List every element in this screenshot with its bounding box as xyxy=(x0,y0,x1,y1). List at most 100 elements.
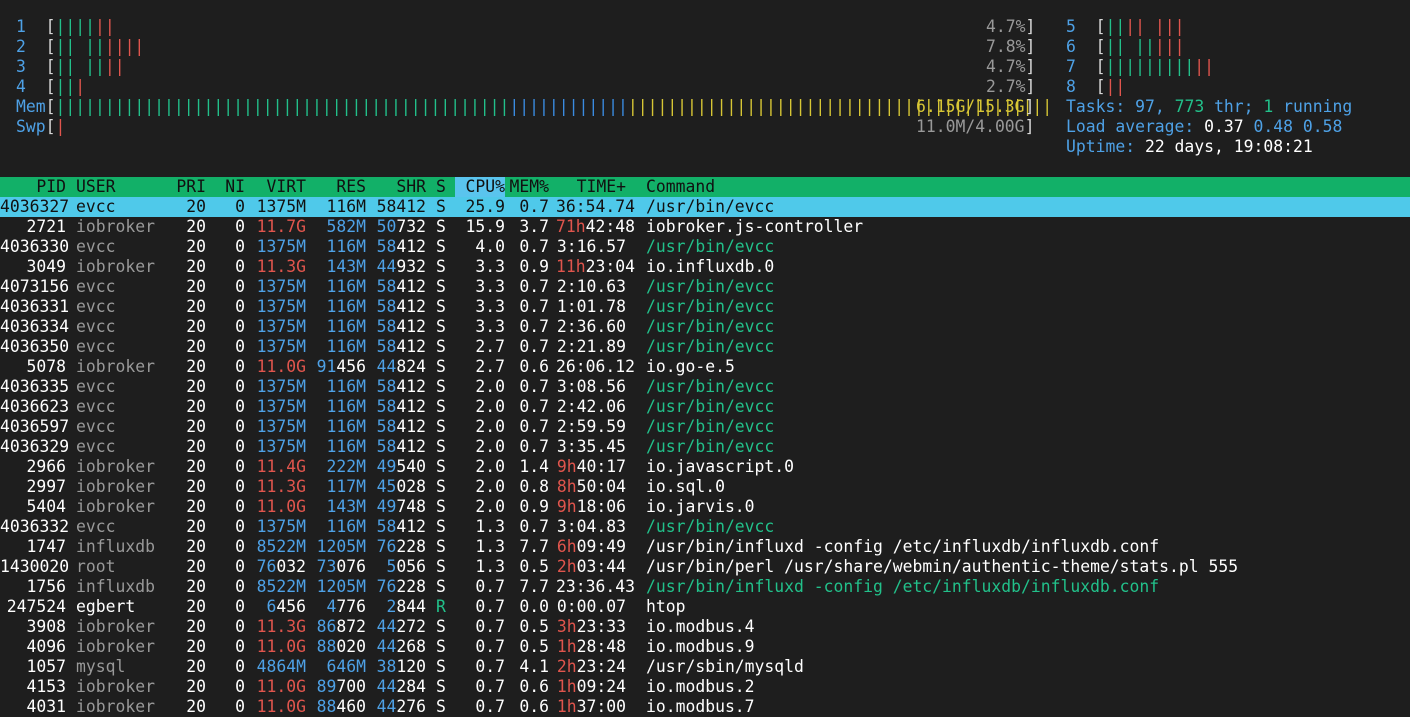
process-row[interactable]: 4031 iobroker 20 0 11.0G 88460 44276 S 0.7 0.6 1h3… xyxy=(0,697,1410,717)
process-row[interactable]: 247524 egbert 20 0 6456 4776 2844 R 0.7 0.0 0:00.0… xyxy=(0,597,1410,617)
header-user[interactable]: USER xyxy=(76,177,115,197)
cell-pid: 4036334 xyxy=(0,317,70,336)
process-row[interactable]: 4073156 evcc 20 0 1375M 116M 58412 S 3.3 0.7 2:10.… xyxy=(0,277,1410,297)
cell-cpu: 2.7 xyxy=(475,357,505,376)
cell-res: 116M xyxy=(326,297,366,316)
cell-virt: 1375M xyxy=(256,437,306,456)
process-row[interactable]: 4036334 evcc 20 0 1375M 116M 58412 S 3.3 0.7 2:36.… xyxy=(0,317,1410,337)
cell-mem: 0.9 xyxy=(519,497,549,516)
cell-virt: 1375M xyxy=(256,317,306,336)
time-rest: 42:48 xyxy=(585,217,635,236)
cell-pid: 4096 xyxy=(26,637,66,656)
header-pid[interactable]: PID xyxy=(0,177,66,197)
process-row[interactable]: 4036350 evcc 20 0 1375M 116M 58412 S 2.7 0.7 2:21.… xyxy=(0,337,1410,357)
cell-time: 26:06.12 xyxy=(556,357,635,376)
cell-pri: 20 xyxy=(186,457,206,476)
time-hours: 1h xyxy=(556,637,577,656)
process-row[interactable]: 4036623 evcc 20 0 1375M 116M 58412 S 2.0 0.7 2:42.… xyxy=(0,397,1410,417)
process-row[interactable]: 4036331 evcc 20 0 1375M 116M 58412 S 3.3 0.7 1:01.… xyxy=(0,297,1410,317)
num-high: 73 xyxy=(316,557,337,576)
cell-s: S xyxy=(436,437,446,456)
cell-ni: 0 xyxy=(235,497,245,516)
process-row[interactable]: 4153 iobroker 20 0 11.0G 89700 44284 S 0.7 0.6 1h0… xyxy=(0,677,1410,697)
cell-mem: 0.5 xyxy=(519,617,549,636)
cell-s: S xyxy=(436,517,446,536)
cell-cpu: 1.3 xyxy=(475,557,505,576)
cpu-system-bar: || xyxy=(104,57,125,76)
process-row[interactable]: 3908 iobroker 20 0 11.3G 86872 44272 S 0.7 0.5 3h2… xyxy=(0,617,1410,637)
cell-shr: 38120 xyxy=(376,657,426,677)
header-time[interactable]: TIME+ xyxy=(556,177,626,197)
process-row[interactable]: 5078 iobroker 20 0 11.0G 91456 44824 S 2.7 0.6 26:… xyxy=(0,357,1410,377)
cell-user: iobroker xyxy=(76,637,155,656)
num-low: 456 xyxy=(336,357,366,376)
process-row[interactable]: 1747 influxdb 20 0 8522M 1205M 76228 S 1.3 7.7 6h0… xyxy=(0,537,1410,557)
cell-user: evcc xyxy=(76,297,116,316)
num-high: 58 xyxy=(376,317,397,336)
load-1: 0.37 xyxy=(1204,117,1244,136)
cpu-label: 6 xyxy=(1066,37,1076,56)
num-low: 412 xyxy=(396,277,426,296)
header-command[interactable]: Command xyxy=(646,177,715,197)
time-rest: 03:44 xyxy=(576,557,626,576)
process-row[interactable]: 3049 iobroker 20 0 11.3G 143M 44932 S 3.3 0.9 11h2… xyxy=(0,257,1410,277)
cell-mem: 0.6 xyxy=(519,357,549,376)
cell-s: S xyxy=(436,397,446,416)
header-res[interactable]: RES xyxy=(306,177,366,197)
cell-mem: 7.7 xyxy=(519,577,549,596)
cell-cmd: io.influxdb.0 xyxy=(646,257,774,277)
time-hours: 11h xyxy=(556,257,586,276)
cell-mem: 0.7 xyxy=(519,277,549,296)
cell-time: 11h23:04 xyxy=(556,257,635,277)
process-row[interactable]: 4036332 evcc 20 0 1375M 116M 58412 S 1.3 0.7 3:04.… xyxy=(0,517,1410,537)
cell-res: 91456 xyxy=(306,357,366,377)
num-low: 412 xyxy=(396,237,426,256)
cell-time: 0:00.07 xyxy=(556,597,626,616)
cell-ni: 0 xyxy=(235,457,245,476)
process-row[interactable]: 2997 iobroker 20 0 11.3G 117M 45028 S 2.0 0.8 8h50… xyxy=(0,477,1410,497)
cpu-system-bar: ||| xyxy=(1154,37,1185,56)
cmd-name: /usr/bin/evcc xyxy=(646,277,775,296)
cell-pid: 5404 xyxy=(26,497,66,516)
process-row[interactable]: 4036327 evcc 20 0 1375M 116M 58412 S 25.9 0.7 36:5… xyxy=(0,197,1410,217)
cpu-value-1: 4.7%] xyxy=(986,17,1035,37)
cpu-bracket-open: [ xyxy=(1075,57,1106,76)
header-state[interactable]: S xyxy=(436,177,446,197)
num-high: 58 xyxy=(376,237,397,256)
process-row[interactable]: 4096 iobroker 20 0 11.0G 88020 44268 S 0.7 0.5 1h2… xyxy=(0,637,1410,657)
cell-mem: 0.9 xyxy=(519,257,549,276)
process-row[interactable]: 1430020 root 20 0 76032 73076 5056 S 1.3 0.5 2h03:… xyxy=(0,557,1410,577)
header-shr[interactable]: SHR xyxy=(376,177,426,197)
cell-shr: 49540 xyxy=(376,457,426,477)
cell-res: 88460 xyxy=(306,697,366,717)
cell-res: 116M xyxy=(326,317,366,336)
process-row[interactable]: 2721 iobroker 20 0 11.7G 582M 50732 S 15.9 3.7 71h… xyxy=(0,217,1410,237)
cell-time: 2:42.06 xyxy=(556,397,626,416)
process-row[interactable]: 4036329 evcc 20 0 1375M 116M 58412 S 2.0 0.7 3:35.… xyxy=(0,437,1410,457)
cell-mem: 0.0 xyxy=(519,597,549,616)
process-row[interactable]: 4036330 evcc 20 0 1375M 116M 58412 S 4.0 0.7 3:16.… xyxy=(0,237,1410,257)
num-low: 412 xyxy=(396,297,426,316)
header-ni[interactable]: NI xyxy=(216,177,245,197)
process-row[interactable]: 1057 mysql 20 0 4864M 646M 38120 S 0.7 4.1 2h23:24… xyxy=(0,657,1410,677)
cpu-percent: 7.8% xyxy=(986,37,1026,56)
process-row[interactable]: 4036597 evcc 20 0 1375M 116M 58412 S 2.0 0.7 2:59.… xyxy=(0,417,1410,437)
num-low: 932 xyxy=(396,257,426,276)
uptime-label: Uptime: xyxy=(1066,137,1136,156)
header-pri[interactable]: PRI xyxy=(166,177,206,197)
cell-user: root xyxy=(76,557,116,576)
header-mem[interactable]: MEM% xyxy=(505,177,549,197)
num-low: 412 xyxy=(396,517,426,536)
time-rest: 09:24 xyxy=(576,677,626,696)
header-virt[interactable]: VIRT xyxy=(248,177,306,197)
process-row[interactable]: 4036335 evcc 20 0 1375M 116M 58412 S 2.0 0.7 3:08.… xyxy=(0,377,1410,397)
cell-s: S xyxy=(436,297,446,316)
process-row[interactable]: 1756 influxdb 20 0 8522M 1205M 76228 S 0.7 7.7 23:… xyxy=(0,577,1410,597)
process-row[interactable]: 5404 iobroker 20 0 11.0G 143M 49748 S 2.0 0.9 9h18… xyxy=(0,497,1410,517)
header-cpu[interactable]: CPU% xyxy=(455,177,505,197)
cell-user: iobroker xyxy=(76,257,155,276)
cell-cpu: 0.7 xyxy=(475,697,505,716)
cpu-percent: 2.7% xyxy=(986,77,1026,96)
cell-mem: 0.7 xyxy=(519,397,549,416)
process-row[interactable]: 2966 iobroker 20 0 11.4G 222M 49540 S 2.0 1.4 9h40… xyxy=(0,457,1410,477)
